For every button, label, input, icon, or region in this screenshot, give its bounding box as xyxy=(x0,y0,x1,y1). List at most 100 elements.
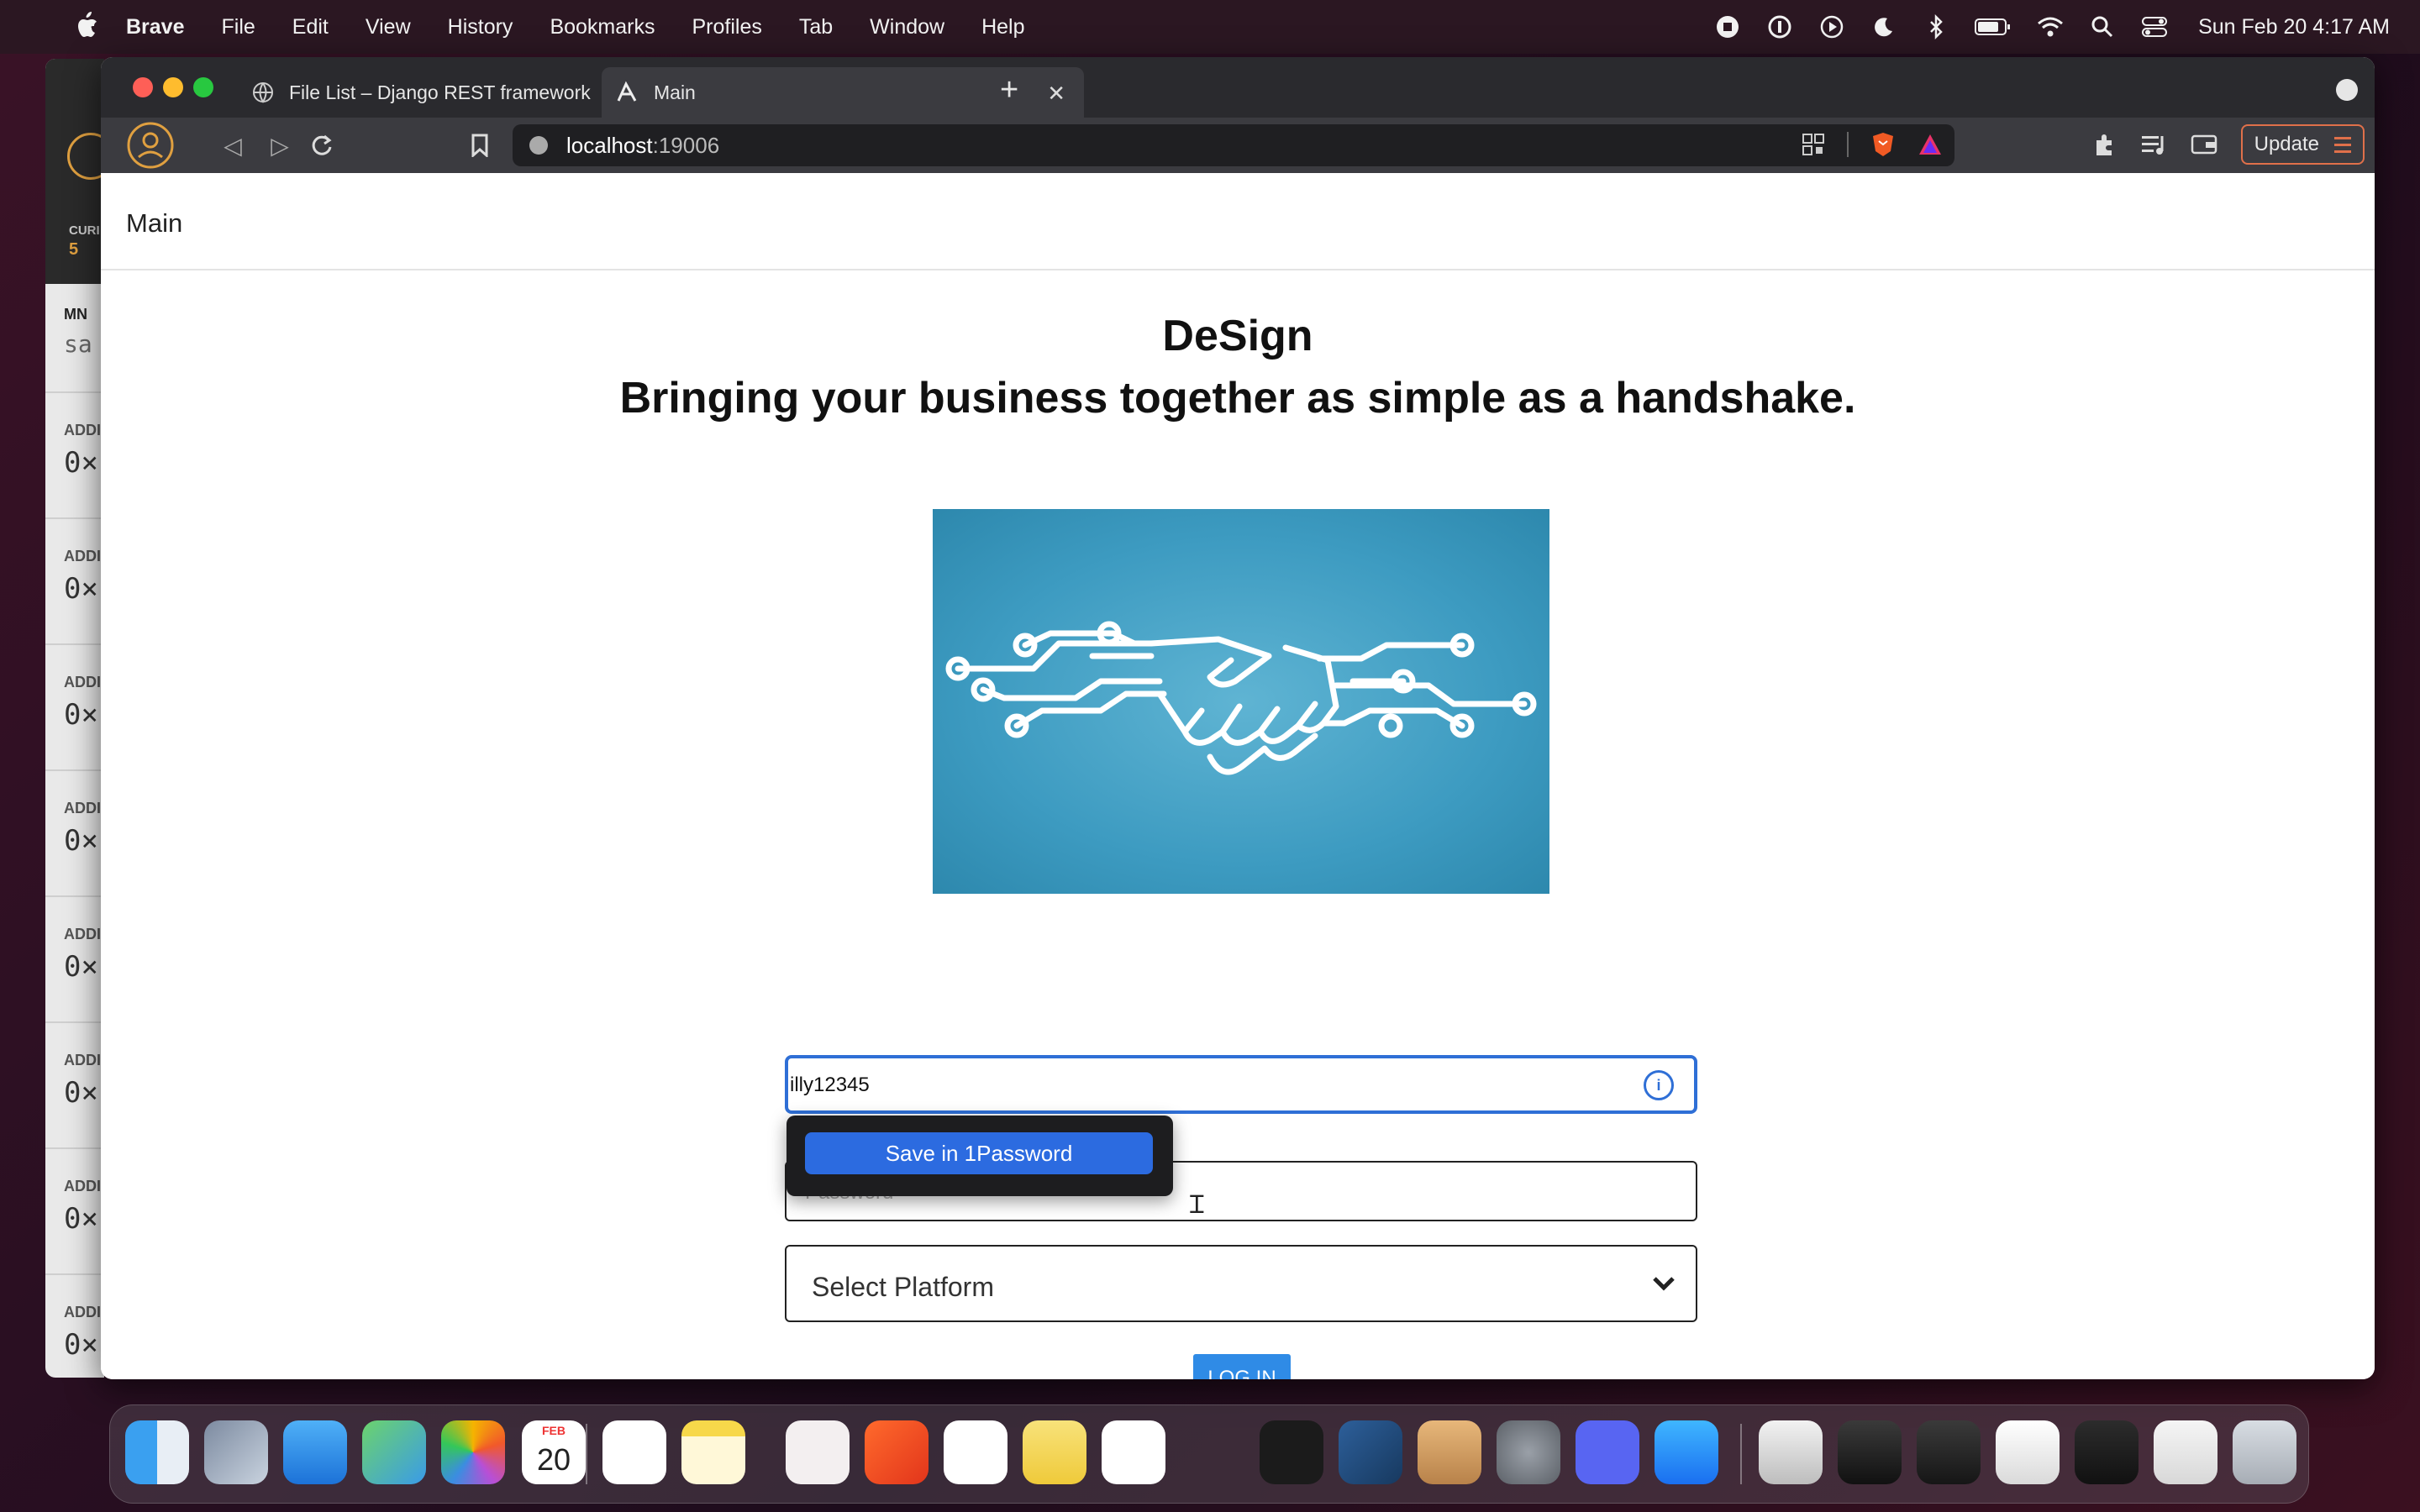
platform-select[interactable]: Select Platform xyxy=(785,1245,1697,1322)
globe-icon xyxy=(253,82,273,103)
moon-icon[interactable] xyxy=(1870,13,1897,40)
slack-dock-icon[interactable] xyxy=(1102,1420,1165,1484)
window-thumbnail-3[interactable] xyxy=(1917,1420,1981,1484)
mail-dock-icon[interactable] xyxy=(283,1420,347,1484)
control-center-icon[interactable] xyxy=(2141,13,2168,40)
chevron-down-icon xyxy=(1653,1277,1675,1291)
photos-dock-icon[interactable] xyxy=(441,1420,505,1484)
menubar-clock[interactable]: Sun Feb 20 4:17 AM xyxy=(2198,15,2390,39)
menu-history[interactable]: History xyxy=(448,15,513,39)
playlist-icon[interactable] xyxy=(2140,133,2167,156)
close-tab-icon[interactable]: ✕ xyxy=(1047,81,1065,107)
macos-menubar: Brave File Edit View History Bookmarks P… xyxy=(0,0,2420,54)
brave-shields-icon[interactable] xyxy=(1870,131,1896,158)
update-label: Update xyxy=(2254,133,2319,155)
dock-separator xyxy=(1740,1424,1742,1484)
stickies-dock-icon[interactable] xyxy=(1023,1420,1086,1484)
handshake-circuit-icon xyxy=(945,621,1537,775)
site-info-icon[interactable] xyxy=(529,136,548,155)
menu-tab[interactable]: Tab xyxy=(799,15,833,39)
sequel-ace-dock-icon[interactable] xyxy=(1418,1420,1481,1484)
calendar-day: 20 xyxy=(536,1442,571,1477)
battery-icon[interactable] xyxy=(1975,13,2012,40)
app-store-dock-icon[interactable] xyxy=(1655,1420,1718,1484)
background-app-top-label: CURI xyxy=(69,223,100,238)
list-item: ADDI 0× xyxy=(45,1275,104,1378)
window-thumbnail-6[interactable] xyxy=(2154,1420,2217,1484)
divider xyxy=(1847,132,1849,157)
menu-file[interactable]: File xyxy=(222,15,255,39)
bookmark-icon[interactable] xyxy=(464,129,496,161)
handshake-hero-image xyxy=(933,509,1549,894)
forward-icon[interactable]: ▷ xyxy=(264,129,296,161)
tab-title: Main xyxy=(654,81,696,103)
bluetooth-icon[interactable] xyxy=(1923,13,1949,40)
tab-menu-chevron-icon[interactable] xyxy=(2336,79,2358,101)
screen-record-icon[interactable] xyxy=(1714,13,1741,40)
tab-bar: File List – Django REST framework Main ✕… xyxy=(101,57,2375,118)
dock-separator xyxy=(586,1424,587,1484)
menu-help[interactable]: Help xyxy=(981,15,1024,39)
menu-edit[interactable]: Edit xyxy=(292,15,329,39)
url-port: :19006 xyxy=(652,132,720,158)
macos-dock: FEB 20 xyxy=(109,1404,2309,1504)
window-thumbnail-2[interactable] xyxy=(1838,1420,1902,1484)
calendar-dock-icon[interactable]: FEB 20 xyxy=(522,1420,586,1484)
reload-icon[interactable] xyxy=(306,129,338,161)
wifi-icon[interactable] xyxy=(2037,13,2064,40)
url-host: localhost xyxy=(566,132,653,158)
text-cursor-icon: Ɪ xyxy=(1190,1191,1204,1219)
qr-code-icon[interactable] xyxy=(1802,133,1825,156)
new-tab-button[interactable]: + xyxy=(1000,72,1018,108)
save-in-1password-button[interactable]: Save in 1Password xyxy=(805,1132,1153,1174)
window-thumbnail-5[interactable] xyxy=(2075,1420,2139,1484)
vscode-dock-icon[interactable] xyxy=(944,1420,1007,1484)
username-input[interactable]: illy12345 i xyxy=(785,1055,1697,1114)
play-icon[interactable] xyxy=(1818,13,1845,40)
username-value: illy12345 xyxy=(790,1074,870,1096)
login-button[interactable]: LOG IN xyxy=(1193,1354,1291,1379)
address-bar[interactable]: localhost:19006 xyxy=(513,124,1954,166)
finder-dock-icon[interactable] xyxy=(125,1420,189,1484)
close-window-button[interactable] xyxy=(133,77,153,97)
maps-dock-icon[interactable] xyxy=(362,1420,426,1484)
mysql-workbench-dock-icon[interactable] xyxy=(1339,1420,1402,1484)
minimize-window-button[interactable] xyxy=(163,77,183,97)
brave-dock-icon[interactable] xyxy=(865,1420,929,1484)
maximize-window-button[interactable] xyxy=(193,77,213,97)
window-thumbnail-1[interactable] xyxy=(1759,1420,1823,1484)
window-thumbnail-4[interactable] xyxy=(1996,1420,2060,1484)
back-icon[interactable]: ◁ xyxy=(217,129,249,161)
menu-bookmarks[interactable]: Bookmarks xyxy=(550,15,655,39)
terminal-dock-icon[interactable] xyxy=(1260,1420,1323,1484)
menu-profiles[interactable]: Profiles xyxy=(692,15,761,39)
apple-logo-icon[interactable] xyxy=(74,10,99,40)
notes-dock-icon[interactable] xyxy=(681,1420,745,1484)
profile-avatar[interactable] xyxy=(123,118,178,173)
calendar-month: FEB xyxy=(542,1424,566,1437)
asana-dock-icon[interactable] xyxy=(786,1420,850,1484)
menu-view[interactable]: View xyxy=(366,15,411,39)
menu-window[interactable]: Window xyxy=(870,15,944,39)
tab-file-list[interactable]: File List – Django REST framework xyxy=(239,67,592,118)
onepassword-fill-icon[interactable]: i xyxy=(1644,1070,1674,1100)
brave-rewards-icon[interactable] xyxy=(1918,133,1943,156)
page-subtitle: Bringing your business together as simpl… xyxy=(619,374,1856,423)
menu-app-name[interactable]: Brave xyxy=(126,15,185,39)
wallet-icon[interactable] xyxy=(2191,133,2217,156)
background-app-header: CURI 5 xyxy=(45,59,104,284)
list-item: ADDI 0× xyxy=(45,393,104,519)
rocket-dock-icon[interactable] xyxy=(1181,1420,1244,1484)
update-button[interactable]: Update xyxy=(2240,124,2365,165)
system-preferences-dock-icon[interactable] xyxy=(1497,1420,1560,1484)
list-item: ADDI 0× xyxy=(45,1023,104,1149)
discord-dock-icon[interactable] xyxy=(1576,1420,1639,1484)
trash-dock-icon[interactable] xyxy=(2233,1420,2296,1484)
launchpad-dock-icon[interactable] xyxy=(204,1420,268,1484)
onepassword-icon[interactable] xyxy=(1766,13,1793,40)
spotlight-search-icon[interactable] xyxy=(2089,13,2116,40)
extensions-puzzle-icon[interactable] xyxy=(2091,132,2117,157)
background-app-window[interactable]: CURI 5 MN sa ADDI 0× ADDI 0× ADDI 0× ADDI 0×… xyxy=(45,59,104,1378)
reminders-dock-icon[interactable] xyxy=(602,1420,666,1484)
browser-window: File List – Django REST framework Main ✕… xyxy=(101,57,2375,1379)
